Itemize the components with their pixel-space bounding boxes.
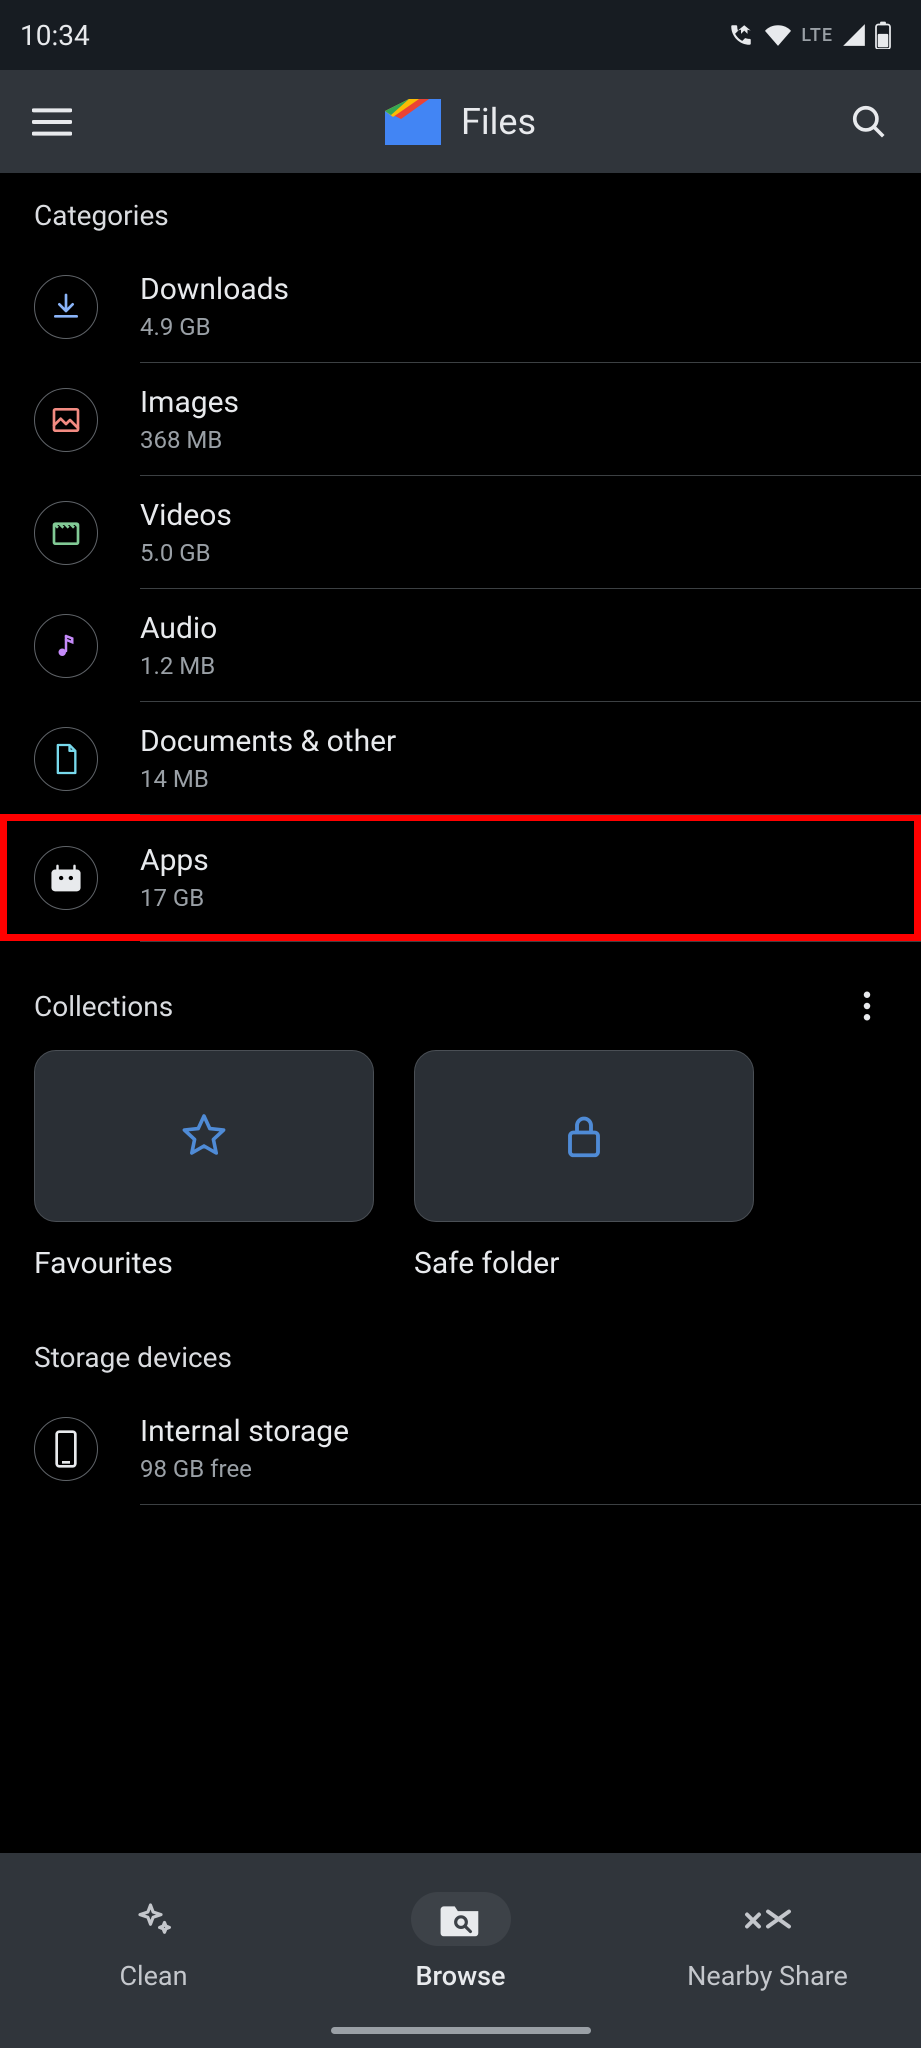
favourites-tile[interactable] xyxy=(34,1050,374,1222)
wifi-icon xyxy=(763,22,793,48)
category-title: Apps xyxy=(140,843,209,878)
category-title: Videos xyxy=(140,498,232,533)
category-size: 4.9 GB xyxy=(140,313,289,341)
files-logo-icon xyxy=(385,99,441,145)
category-audio[interactable]: Audio 1.2 MB xyxy=(0,589,921,702)
star-icon xyxy=(180,1112,228,1160)
home-indicator[interactable] xyxy=(331,2027,591,2034)
menu-button[interactable] xyxy=(28,98,76,146)
safe-folder-label: Safe folder xyxy=(414,1222,754,1281)
lte-label: LTE xyxy=(801,25,833,46)
nav-clean[interactable]: Clean xyxy=(0,1853,307,2048)
category-videos[interactable]: Videos 5.0 GB xyxy=(0,476,921,589)
favourites-label: Favourites xyxy=(34,1222,374,1281)
status-time: 10:34 xyxy=(20,19,90,52)
wifi-calling-icon xyxy=(727,22,755,48)
nav-label: Nearby Share xyxy=(687,1960,848,1992)
hamburger-icon xyxy=(32,107,72,137)
signal-icon xyxy=(841,22,867,48)
phone-icon xyxy=(34,1417,98,1481)
safe-folder-tile[interactable] xyxy=(414,1050,754,1222)
app-bar: Files xyxy=(0,70,921,173)
download-icon xyxy=(34,275,98,339)
lock-icon xyxy=(563,1111,605,1161)
category-title: Downloads xyxy=(140,272,289,307)
more-vert-icon xyxy=(863,991,871,1021)
nav-label: Clean xyxy=(119,1960,187,1992)
category-title: Audio xyxy=(140,611,217,646)
category-size: 17 GB xyxy=(140,884,209,912)
sparkle-icon xyxy=(133,1898,175,1940)
collections-more-button[interactable] xyxy=(847,986,887,1026)
apps-icon xyxy=(34,846,98,910)
search-button[interactable] xyxy=(845,98,893,146)
nav-browse[interactable]: Browse xyxy=(307,1853,614,2048)
category-documents[interactable]: Documents & other 14 MB xyxy=(0,702,921,815)
storage-title: Internal storage xyxy=(140,1414,349,1449)
storage-header: Storage devices xyxy=(0,1311,921,1392)
status-icons: LTE xyxy=(727,21,891,49)
category-apps[interactable]: Apps 17 GB xyxy=(7,821,914,934)
image-icon xyxy=(34,388,98,452)
category-images[interactable]: Images 368 MB xyxy=(0,363,921,476)
app-title: Files xyxy=(461,101,536,143)
main-content: Categories Downloads 4.9 GB Images 368 M… xyxy=(0,173,921,1705)
audio-icon xyxy=(34,614,98,678)
folder-search-icon xyxy=(439,1899,483,1939)
video-icon xyxy=(34,501,98,565)
battery-icon xyxy=(875,21,891,49)
category-title: Documents & other xyxy=(140,724,396,759)
category-title: Images xyxy=(140,385,239,420)
category-size: 368 MB xyxy=(140,426,239,454)
status-bar: 10:34 LTE xyxy=(0,0,921,70)
category-downloads[interactable]: Downloads 4.9 GB xyxy=(0,250,921,363)
category-size: 14 MB xyxy=(140,765,396,793)
document-icon xyxy=(34,727,98,791)
collections-header: Collections xyxy=(0,942,921,1044)
internal-storage[interactable]: Internal storage 98 GB free xyxy=(0,1392,921,1505)
nav-nearby-share[interactable]: Nearby Share xyxy=(614,1853,921,2048)
highlight-box: Apps 17 GB xyxy=(0,814,921,941)
category-size: 5.0 GB xyxy=(140,539,232,567)
storage-sub: 98 GB free xyxy=(140,1455,349,1483)
nav-label: Browse xyxy=(416,1960,506,1992)
categories-header: Categories xyxy=(0,173,921,250)
bottom-nav: Clean Browse Nearby Share xyxy=(0,1853,921,2048)
category-size: 1.2 MB xyxy=(140,652,217,680)
search-icon xyxy=(850,103,888,141)
nearby-share-icon xyxy=(744,1905,792,1933)
